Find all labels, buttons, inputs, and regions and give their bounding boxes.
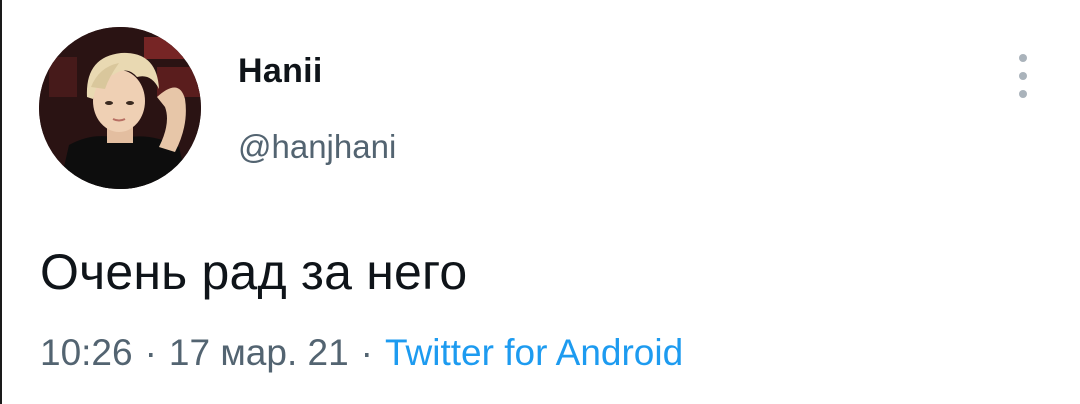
- avatar-photo-icon: [39, 27, 201, 189]
- avatar[interactable]: [39, 27, 201, 189]
- tweet-card: Hanii @hanjhani Очень рад за него 10:26 …: [0, 0, 1080, 404]
- tweet-text: Очень рад за него: [40, 244, 468, 300]
- tweet-time: 10:26: [40, 332, 133, 373]
- more-vertical-icon[interactable]: [1008, 54, 1038, 98]
- author-display-name[interactable]: Hanii: [238, 52, 323, 91]
- tweet-date: 17 мар. 21: [168, 332, 349, 373]
- menu-dot: [1019, 90, 1027, 98]
- tweet-source-link[interactable]: Twitter for Android: [385, 332, 683, 374]
- menu-dot: [1019, 72, 1027, 80]
- tweet-meta: 10:26 · 17 мар. 21 · Twitter for Android: [40, 332, 683, 374]
- meta-separator: ·: [144, 332, 157, 373]
- meta-separator: ·: [360, 332, 373, 373]
- menu-dot: [1019, 54, 1027, 62]
- author-handle[interactable]: @hanjhani: [238, 128, 396, 166]
